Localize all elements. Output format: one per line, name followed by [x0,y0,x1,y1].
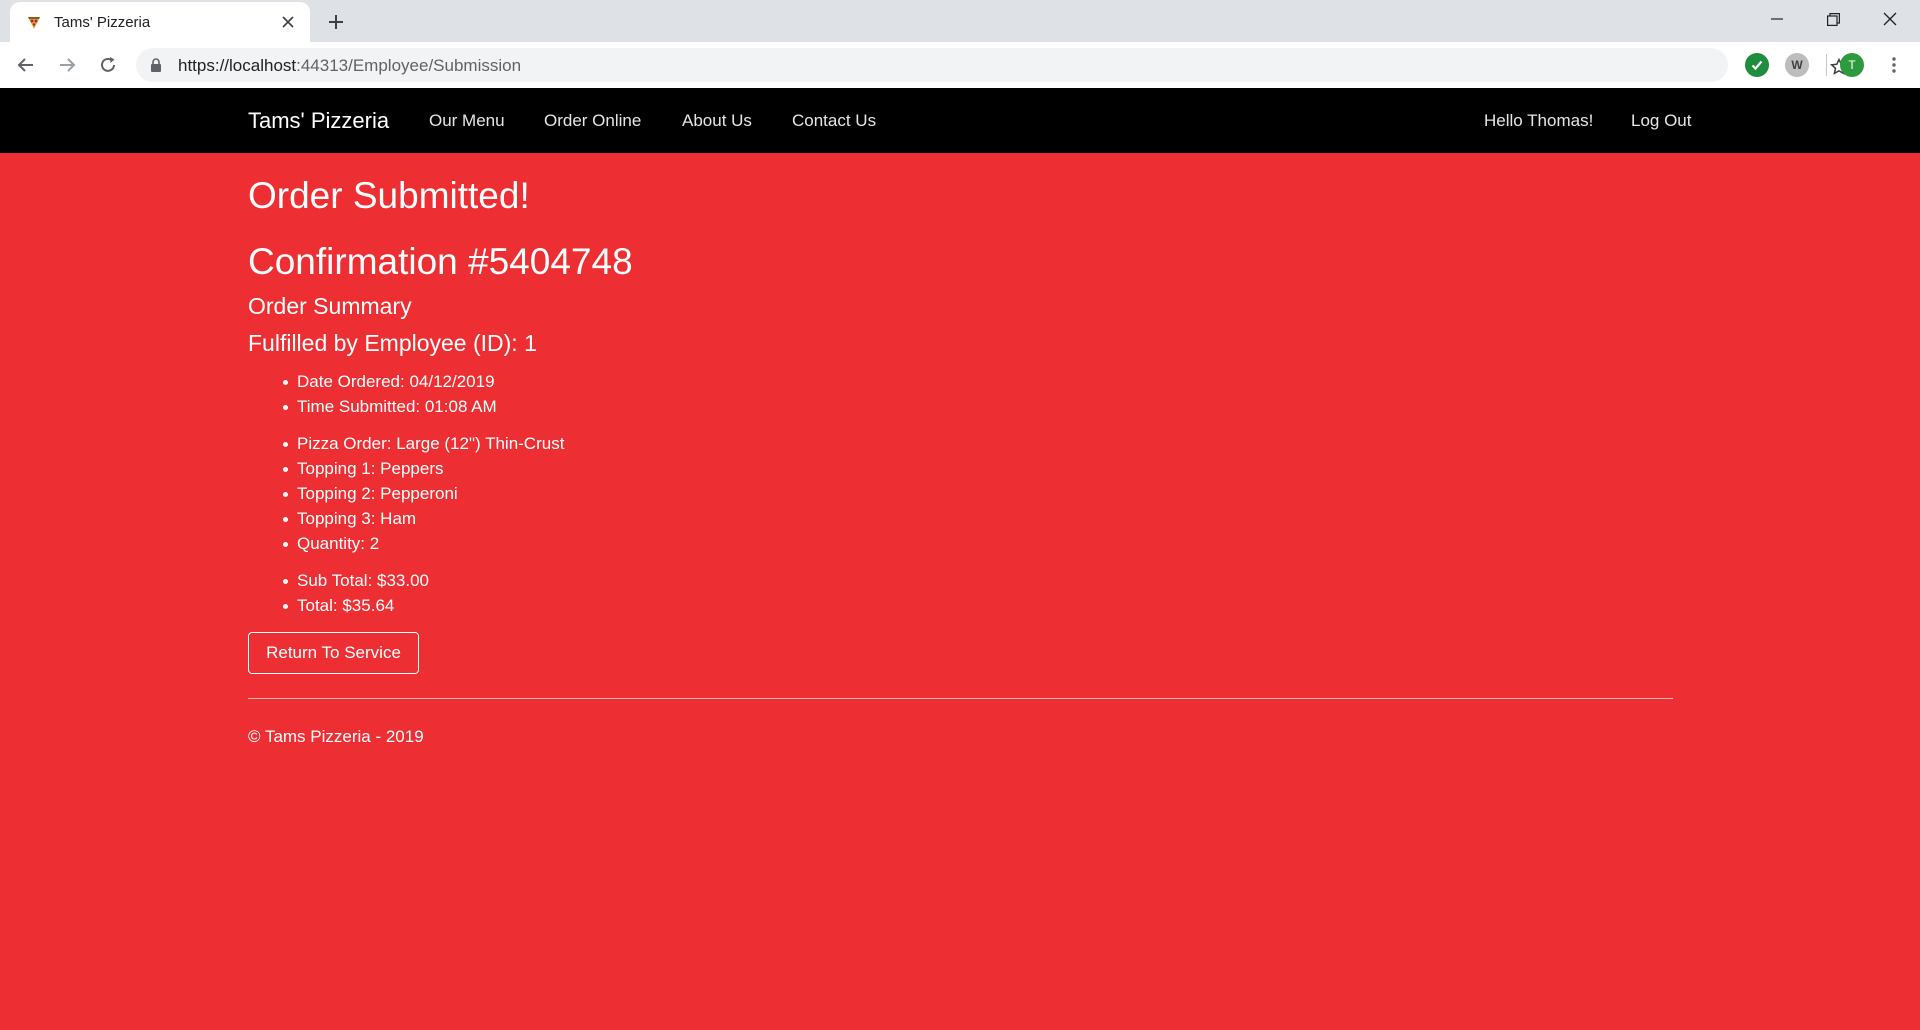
tab-title: Tams' Pizzeria [54,14,151,31]
list-item: Topping 3: Ham [282,506,564,531]
page-title: Order Submitted! [248,175,530,216]
nav-about-us[interactable]: About Us [682,111,752,131]
nav-our-menu[interactable]: Our Menu [429,111,505,131]
reload-icon[interactable] [94,51,122,79]
footer-divider [248,698,1673,699]
profile-avatar[interactable]: T [1840,53,1864,77]
list-item: Total: $35.64 [282,593,429,618]
list-item: Pizza Order: Large (12") Thin-Crust [282,431,564,456]
restore-icon[interactable] [1805,0,1861,38]
list-item: Topping 2: Pepperoni [282,481,564,506]
forward-arrow-icon[interactable] [53,51,81,79]
confirmation-number: Confirmation #5404748 [248,241,633,282]
list-item: Time Submitted: 01:08 AM [283,394,497,419]
new-tab-icon[interactable] [322,8,350,36]
list-item: Quantity: 2 [282,531,564,556]
browser-tabstrip: Tams' Pizzeria [0,0,1920,42]
list-item: Topping 1: Peppers [282,456,564,481]
order-summary-heading: Order Summary [248,293,412,319]
list-item: Sub Total: $33.00 [282,568,429,593]
lock-icon [151,58,161,72]
footer-copyright: © Tams Pizzeria - 2019 [248,727,424,746]
more-menu-icon[interactable] [1880,51,1908,79]
toolbar-divider [1826,54,1827,76]
order-timing-list: Date Ordered: 04/12/2019 Time Submitted:… [283,369,497,419]
nav-order-online[interactable]: Order Online [544,111,641,131]
nav-contact-us[interactable]: Contact Us [792,111,876,131]
pizza-favicon-icon [28,17,40,29]
order-items-list: Pizza Order: Large (12") Thin-Crust Topp… [282,431,564,556]
w-extension-icon[interactable]: W [1785,53,1809,77]
browser-toolbar: https://localhost:44313/Employee/Submiss… [0,42,1920,88]
back-arrow-icon[interactable] [12,51,40,79]
return-to-service-button[interactable]: Return To Service [248,632,419,674]
site-navbar: Tams' Pizzeria Our Menu Order Online Abo… [0,88,1920,153]
url-text: https://localhost:44313/Employee/Submiss… [178,56,522,75]
browser-tab[interactable]: Tams' Pizzeria [10,2,310,42]
order-totals-list: Sub Total: $33.00 Total: $35.64 [282,568,429,618]
close-tab-icon[interactable] [276,10,300,34]
minimize-icon[interactable] [1749,0,1805,38]
employee-id-heading: Fulfilled by Employee (ID): 1 [248,330,537,356]
checkmark-extension-icon[interactable] [1745,53,1769,77]
close-window-icon[interactable] [1862,0,1918,38]
page-content: Order Submitted! Confirmation #5404748 O… [0,153,1920,1030]
address-bar[interactable]: https://localhost:44313/Employee/Submiss… [136,48,1848,82]
list-item: Date Ordered: 04/12/2019 [283,369,497,394]
brand-link[interactable]: Tams' Pizzeria [248,108,389,134]
logout-link[interactable]: Log Out [1631,111,1692,131]
user-greeting-link[interactable]: Hello Thomas! [1484,111,1593,131]
